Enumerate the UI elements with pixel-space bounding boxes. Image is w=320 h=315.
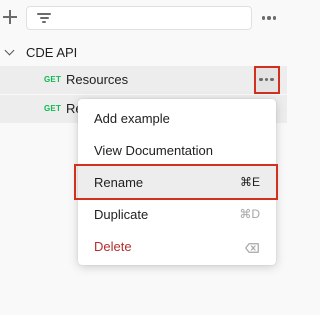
menu-item-label: Add example [94, 111, 170, 126]
request-item-resources[interactable]: GET Resources [0, 66, 287, 94]
request-name: Resources [66, 72, 129, 87]
collection-item[interactable]: CDE API [0, 41, 287, 65]
menu-item-label: Duplicate [94, 207, 149, 222]
plus-icon[interactable] [2, 9, 18, 25]
menu-item-duplicate[interactable]: Duplicate ⌘D [78, 198, 276, 230]
request-method-badge: GET [44, 104, 62, 113]
collections-sidebar: CDE API GET Resources GET Re Add example… [0, 0, 287, 315]
menu-item-view-documentation[interactable]: View Documentation [78, 134, 276, 166]
menu-item-shortcut: ⌘D [239, 207, 260, 221]
request-method-badge: GET [44, 75, 62, 84]
more-horizontal-icon[interactable] [258, 10, 280, 26]
menu-item-label: Rename [94, 175, 144, 190]
menu-item-rename[interactable]: Rename ⌘E [74, 164, 278, 200]
request-more-actions-button[interactable] [254, 66, 280, 94]
menu-item-label: View Documentation [94, 143, 213, 158]
menu-item-shortcut: ⌘E [239, 175, 260, 189]
menu-item-delete[interactable]: Delete [78, 230, 276, 262]
more-horizontal-icon [256, 68, 277, 91]
chevron-down-icon[interactable] [4, 45, 15, 56]
search-filter-input[interactable] [26, 6, 252, 30]
menu-item-label: Delete [94, 239, 132, 254]
request-context-menu: Add example View Documentation Rename ⌘E… [74, 99, 278, 265]
filter-icon[interactable] [37, 12, 51, 24]
sidebar-toolbar [0, 0, 287, 36]
menu-item-add-example[interactable]: Add example [78, 102, 276, 134]
collection-name: CDE API [26, 45, 78, 60]
backspace-icon [245, 241, 259, 253]
